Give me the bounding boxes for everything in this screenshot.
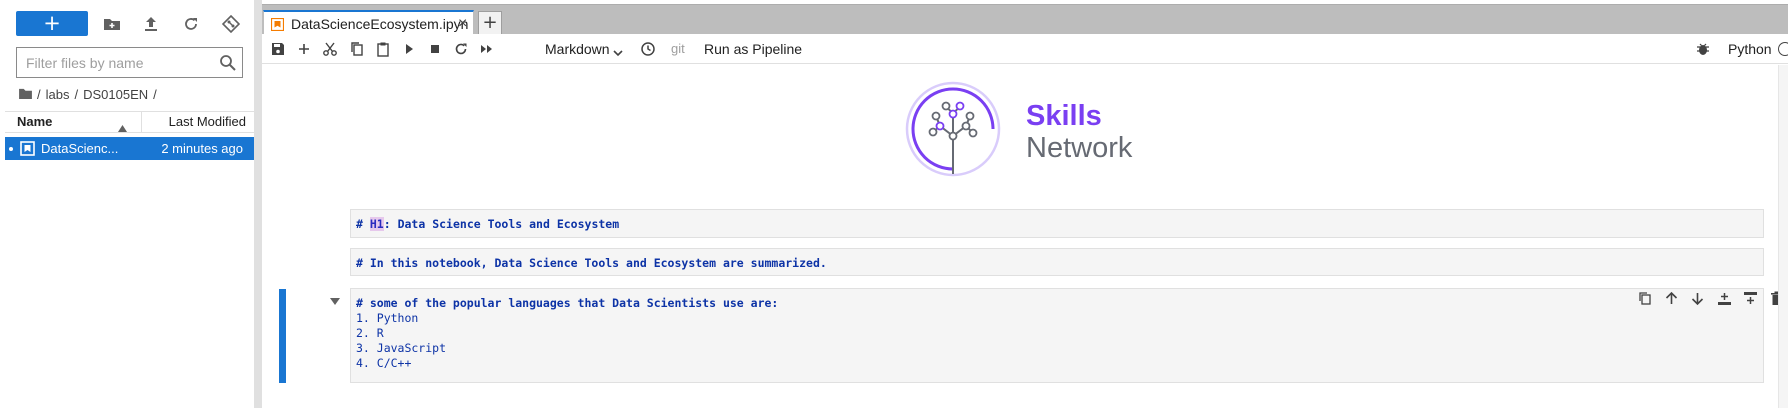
git-clone-icon[interactable] xyxy=(222,15,240,33)
breadcrumb-labs[interactable]: labs xyxy=(46,87,70,102)
paste-icon[interactable] xyxy=(375,41,391,57)
restart-icon[interactable] xyxy=(453,41,469,57)
notebook-icon xyxy=(270,17,285,32)
logo-text-network: Network xyxy=(1026,132,1133,164)
breadcrumb-separator: / xyxy=(74,86,79,102)
column-header-name-label: Name xyxy=(17,114,53,129)
sort-ascending-icon xyxy=(118,118,127,132)
cell-heading-line: # some of the popular languages that Dat… xyxy=(356,296,779,310)
file-listing-header: Name Last Modified xyxy=(5,111,254,133)
history-icon[interactable] xyxy=(640,41,656,57)
cell-text: # H1: Data Science Tools and Ecosystem xyxy=(356,217,619,231)
upload-icon[interactable] xyxy=(142,15,160,33)
main-area: DataScienceEcosystem.ipyn × + Markdown g… xyxy=(262,0,1788,408)
notebook-toolbar: Markdown git Run as Pipeline Python xyxy=(262,34,1788,64)
chevron-down-icon[interactable] xyxy=(613,44,623,57)
active-cell-indicator[interactable] xyxy=(279,289,286,383)
save-icon[interactable] xyxy=(270,41,286,57)
file-browser-toolbar: + xyxy=(0,0,254,46)
new-folder-icon[interactable] xyxy=(103,15,121,33)
cell-type-select[interactable]: Markdown xyxy=(545,39,610,59)
close-icon[interactable]: × xyxy=(458,12,467,36)
breadcrumb: / labs / DS0105EN / xyxy=(19,85,157,103)
list-item: 3. JavaScript xyxy=(356,341,447,355)
stop-icon[interactable] xyxy=(427,41,443,57)
scrollbar[interactable] xyxy=(1778,65,1788,408)
notebook-icon xyxy=(20,141,35,156)
copy-icon[interactable] xyxy=(349,41,365,57)
panel-splitter[interactable] xyxy=(254,0,262,408)
column-header-modified[interactable]: Last Modified xyxy=(143,112,253,132)
markdown-cell-intro[interactable]: # In this notebook, Data Science Tools a… xyxy=(350,248,1764,276)
refresh-icon[interactable] xyxy=(182,15,200,33)
new-launcher-button[interactable]: + xyxy=(16,11,88,36)
column-header-name[interactable]: Name xyxy=(5,112,142,132)
run-as-pipeline-button[interactable]: Run as Pipeline xyxy=(704,39,802,59)
markdown-cell-h1[interactable]: # H1: Data Science Tools and Ecosystem xyxy=(350,209,1764,238)
insert-below-icon[interactable] xyxy=(1743,291,1758,306)
git-label[interactable]: git xyxy=(671,39,685,59)
heading-marker: # xyxy=(356,217,363,231)
file-name: DataScienc... xyxy=(41,141,119,156)
tab-notebook[interactable]: DataScienceEcosystem.ipyn × xyxy=(263,10,474,37)
file-filter-box xyxy=(16,47,243,78)
breadcrumb-root[interactable]: / xyxy=(37,87,41,102)
file-list-item[interactable]: DataScienc... 2 minutes ago xyxy=(5,137,254,160)
cell-text: # In this notebook, Data Science Tools a… xyxy=(356,256,827,270)
folder-icon[interactable] xyxy=(19,87,32,102)
list-item: 4. C/C++ xyxy=(356,356,412,370)
kernel-status-icon xyxy=(1778,42,1788,56)
move-down-icon[interactable] xyxy=(1690,291,1705,306)
breadcrumb-ds0105en[interactable]: DS0105EN xyxy=(83,87,148,102)
run-icon[interactable] xyxy=(401,41,417,57)
add-cell-icon[interactable] xyxy=(296,41,312,57)
collapse-caret-icon[interactable] xyxy=(330,294,340,305)
add-tab-button[interactable]: + xyxy=(478,11,502,35)
tab-label: DataScienceEcosystem.ipyn xyxy=(291,16,469,32)
file-modified: 2 minutes ago xyxy=(161,141,243,156)
file-browser-panel: + / labs / DS0105EN / Name xyxy=(0,0,254,408)
markdown-cell-languages[interactable]: # some of the popular languages that Dat… xyxy=(350,288,1764,383)
insert-above-icon[interactable] xyxy=(1717,291,1732,306)
notebook-content: Skills Network # H1: Data Science Tools … xyxy=(262,65,1788,408)
move-up-icon[interactable] xyxy=(1664,291,1679,306)
list-item: 1. Python xyxy=(356,311,419,325)
debugger-icon[interactable] xyxy=(1696,42,1710,56)
search-icon xyxy=(219,54,236,71)
cut-icon[interactable] xyxy=(322,41,338,57)
running-indicator-icon xyxy=(9,147,13,151)
h1-highlight: H1 xyxy=(369,217,384,231)
run-all-icon[interactable] xyxy=(479,41,495,57)
kernel-name[interactable]: Python xyxy=(1728,39,1772,59)
tab-bar: DataScienceEcosystem.ipyn × + xyxy=(262,4,1788,37)
logo-text-skills: Skills xyxy=(1026,100,1102,132)
list-item: 2. R xyxy=(356,326,384,340)
file-filter-input[interactable] xyxy=(17,48,207,77)
breadcrumb-separator: / xyxy=(153,86,157,102)
heading-rest: : Data Science Tools and Ecosystem xyxy=(383,217,620,231)
duplicate-cell-icon[interactable] xyxy=(1638,291,1653,306)
